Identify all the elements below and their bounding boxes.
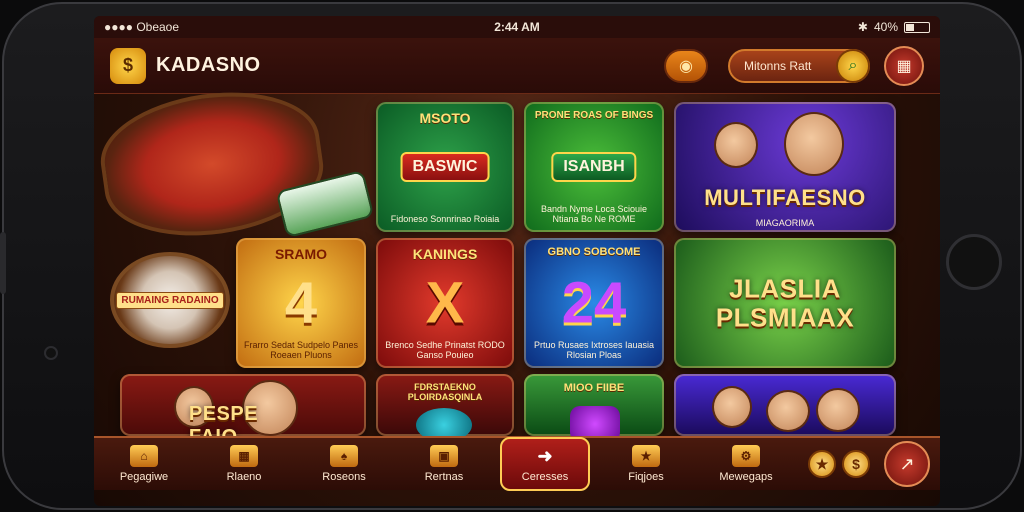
- nav-label: Fiqjoes: [628, 471, 664, 483]
- character-1: [712, 386, 752, 428]
- home-icon: ⌂: [130, 445, 158, 467]
- coin-dollar-icon[interactable]: $: [842, 450, 870, 478]
- character-3: [816, 388, 860, 432]
- box-icon: ▣: [430, 445, 458, 467]
- nav-item-2[interactable]: ♠ Roseons: [294, 437, 394, 491]
- logo-icon: $: [110, 47, 146, 84]
- nav-label: Roseons: [322, 471, 366, 483]
- title-art-icon: JLASLIA PLSMIAAX: [685, 274, 885, 331]
- tile-subtitle: Frarro Sedat Sudpelo Panes Roeaen Pluons: [243, 340, 359, 360]
- tile-glyph: 4: [284, 270, 318, 336]
- game-tile-kanings[interactable]: KANINGS X Brenco Sedhe Prinatst RODO Gan…: [376, 238, 514, 368]
- game-tile-msoto[interactable]: MSOTO BASWIC Fidoneso Sonnrinao Roiaia: [376, 102, 514, 232]
- game-tile-multifaesno[interactable]: MULTIFAESNO MIAGAORIMA: [674, 102, 896, 232]
- volume-button: [0, 232, 6, 294]
- game-tile-isanbh[interactable]: PRONE ROAS OF BINGS ISANBH Bandn Nyme Lo…: [524, 102, 664, 232]
- tile-glyph: X: [425, 270, 465, 336]
- bottom-navigation: ⌂ Pegagiwe ▦ Rlaeno ♠ Roseons ▣ Rertnas …: [94, 436, 940, 491]
- home-button[interactable]: [946, 234, 1002, 290]
- game-tile-sramo[interactable]: SRAMO 4 Frarro Sedat Sudpelo Panes Roeae…: [236, 238, 366, 368]
- tile-title: FDRSTAEKNO PLOIRDASQINLA: [407, 382, 483, 402]
- cards-icon: ♠: [330, 445, 358, 467]
- wheel-label: RUMAING RADAINO: [116, 291, 224, 309]
- brand-name: KADASNO: [156, 54, 261, 76]
- fruit-slot-icon: [416, 408, 472, 436]
- tile-title: PESPE FAIO: [188, 403, 259, 436]
- nav-item-6[interactable]: ⚙ Mewegaps: [696, 437, 796, 491]
- nav-label: Mewegaps: [719, 471, 773, 483]
- game-tile-poster[interactable]: PESPE FAIO: [120, 374, 366, 436]
- nav-item-1[interactable]: ▦ Rlaeno: [194, 437, 294, 491]
- phone-frame: ●●●● Obeaoe 2:44 AM ✱ 40% $ KADASNO ◉ Mi…: [0, 2, 1022, 510]
- tile-title: PRONE ROAS OF BINGS: [534, 110, 654, 121]
- tile-subtitle: MIAGAORIMA: [755, 218, 815, 228]
- bluetooth-icon: ✱: [857, 20, 868, 34]
- nav-coins: ★ $: [808, 450, 870, 478]
- nav-label: Rertnas: [424, 471, 464, 483]
- grid-icon: ▦: [230, 445, 258, 467]
- gear-icon: ⚙: [732, 445, 760, 467]
- nav-item-0[interactable]: ⌂ Pegagiwe: [94, 437, 194, 491]
- number-4-icon: 4: [285, 270, 317, 337]
- nav-item-3[interactable]: ▣ Rertnas: [394, 437, 494, 491]
- arrow-icon[interactable]: ↗: [884, 441, 930, 487]
- tile-subtitle: Bandn Nyme Loca Sciouie Ntiana Bo Ne ROM…: [540, 204, 648, 224]
- carrier-label: ●●●● Obeaoe: [104, 20, 180, 34]
- game-lobby: RUMAING RADAINO MSOTO BASWIC Fidoneso So…: [94, 79, 940, 436]
- roulette-wheel: RUMAING RADAINO: [110, 252, 230, 348]
- tile-title: MULTIFAESNO: [704, 185, 866, 211]
- coin-star-icon[interactable]: ★: [808, 450, 836, 478]
- tile-banner: ISANBH: [551, 152, 637, 182]
- game-tile-mioo[interactable]: MIOO FIIBE: [524, 374, 664, 436]
- coin-emblem-icon: ISANBH: [551, 152, 637, 182]
- character-2: [766, 390, 810, 432]
- tile-title: KANINGS: [412, 246, 478, 262]
- tile-title: MIOO FIIBE: [563, 382, 625, 394]
- menu-icon[interactable]: ▦: [884, 45, 924, 86]
- nav-item-active[interactable]: ➜ Ceresses: [500, 437, 590, 491]
- front-camera: [44, 346, 58, 360]
- nav-item-5[interactable]: ★ Fiqjoes: [596, 437, 696, 491]
- number-24-icon: 24: [562, 270, 627, 337]
- battery-percent: 40%: [873, 20, 898, 34]
- tile-subtitle: Prtuo Rusaes Ixtroses Iauasia Rlosian Pl…: [533, 340, 655, 360]
- game-tile-faces[interactable]: [674, 374, 896, 436]
- coin-emblem-icon: BASWIC: [400, 152, 490, 182]
- status-bar: ●●●● Obeaoe 2:44 AM ✱ 40%: [94, 16, 940, 38]
- purple-slot-icon: [570, 406, 620, 436]
- search-input[interactable]: Mitonns Ratt ⌕: [728, 48, 870, 83]
- character-girl: [784, 112, 844, 176]
- tile-subtitle: Brenco Sedhe Prinatst RODO Ganso Pouieo: [385, 340, 505, 360]
- nav-label: Pegagiwe: [119, 471, 169, 483]
- tile-glyph: 24: [561, 270, 627, 336]
- tile-title: GBNO SOBCOME: [547, 246, 641, 258]
- nav-label: Rlaeno: [226, 471, 262, 483]
- coin-icon[interactable]: ◉: [664, 48, 708, 83]
- search-icon[interactable]: ⌕: [836, 48, 870, 83]
- play-icon: ➜: [537, 445, 553, 466]
- tile-title: SRAMO: [274, 246, 328, 262]
- app-screen: ●●●● Obeaoe 2:44 AM ✱ 40% $ KADASNO ◉ Mi…: [94, 16, 940, 506]
- app-header: $ KADASNO ◉ Mitonns Ratt ⌕ ▦: [94, 38, 940, 94]
- nav-label: Ceresses: [521, 471, 569, 483]
- tile-title: JLASLIA PLSMIAAX: [715, 273, 855, 332]
- letter-x-icon: X: [426, 270, 465, 337]
- search-placeholder: Mitonns Ratt: [744, 58, 812, 73]
- status-time: 2:44 AM: [494, 20, 540, 34]
- game-tile-jlaslia[interactable]: JLASLIA PLSMIAAX: [674, 238, 896, 368]
- tile-title: MSOTO: [419, 110, 471, 126]
- tile-banner: BASWIC: [400, 152, 490, 182]
- game-tile-gbno[interactable]: GBNO SOBCOME 24 Prtuo Rusaes Ixtroses Ia…: [524, 238, 664, 368]
- poster-icon: PESPE FAIO: [189, 403, 307, 436]
- battery-fill: [906, 23, 915, 31]
- status-right: ✱ 40%: [670, 20, 930, 34]
- character-boy: [714, 122, 758, 168]
- star-icon: ★: [632, 445, 660, 467]
- multifaesno-title: MULTIFAESNO: [704, 185, 866, 211]
- battery-icon: [904, 21, 930, 33]
- game-tile-fruit[interactable]: FDRSTAEKNO PLOIRDASQINLA: [376, 374, 514, 436]
- tile-subtitle: Fidoneso Sonnrinao Roiaia: [390, 214, 500, 224]
